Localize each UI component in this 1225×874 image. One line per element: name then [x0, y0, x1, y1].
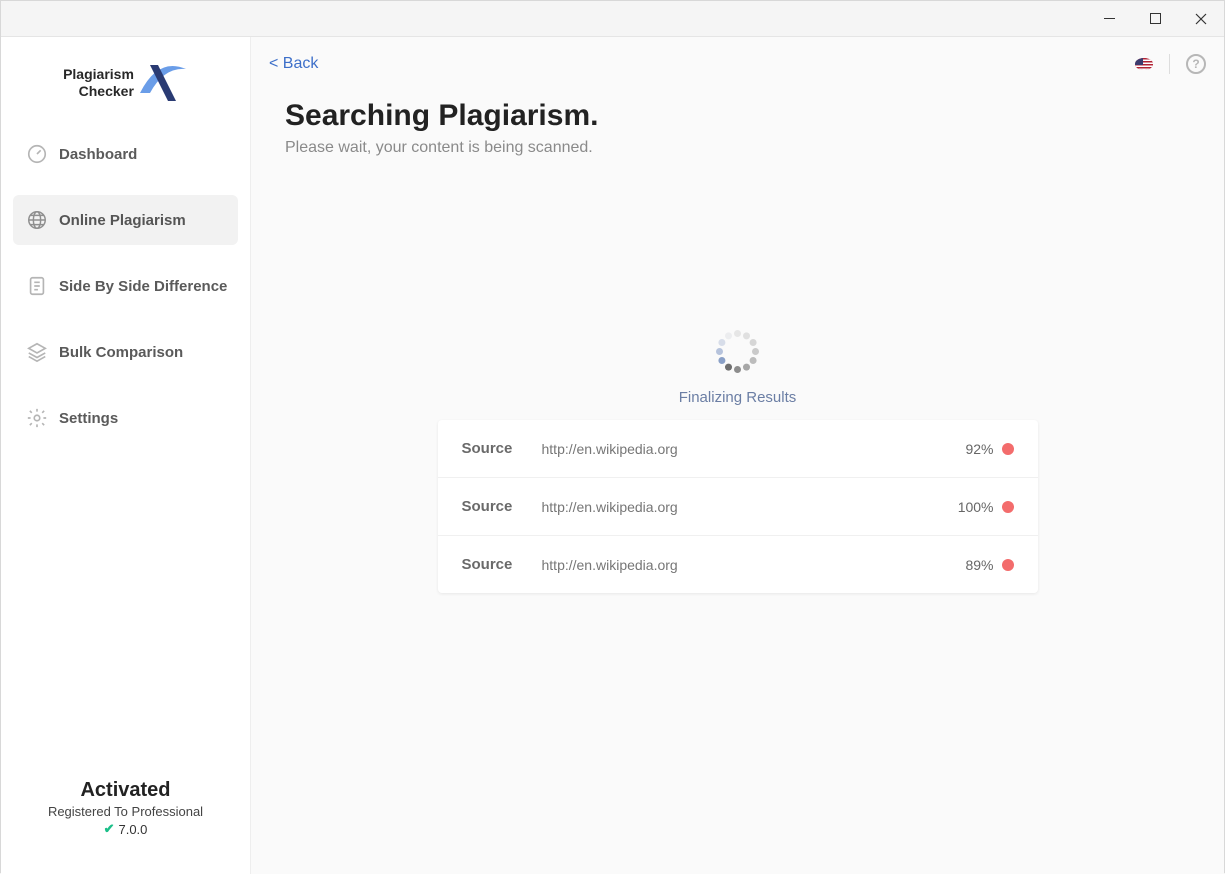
source-url: http://en.wikipedia.org	[542, 441, 966, 457]
separator	[1169, 54, 1170, 74]
scan-status: Finalizing Results	[285, 389, 1190, 406]
window-titlebar	[1, 1, 1224, 37]
results-list: Sourcehttp://en.wikipedia.org92%Sourceht…	[438, 420, 1038, 593]
source-url: http://en.wikipedia.org	[542, 499, 958, 515]
sidebar-item-settings[interactable]: Settings	[13, 393, 238, 443]
sidebar-item-label: Dashboard	[59, 146, 137, 163]
sidebar: Plagiarism Checker Dashboard	[1, 37, 251, 874]
source-url: http://en.wikipedia.org	[542, 557, 966, 573]
logo-mark-icon	[138, 63, 188, 103]
help-icon[interactable]: ?	[1186, 54, 1206, 74]
logo-line1: Plagiarism	[63, 66, 134, 83]
gear-icon	[23, 407, 51, 429]
result-row[interactable]: Sourcehttp://en.wikipedia.org92%	[438, 420, 1038, 478]
close-button[interactable]	[1178, 1, 1224, 37]
page-title: Searching Plagiarism.	[285, 99, 1190, 133]
sidebar-item-label: Side By Side Difference	[59, 278, 227, 295]
sidebar-item-label: Settings	[59, 410, 118, 427]
status-dot-icon	[1002, 443, 1014, 455]
app-logo: Plagiarism Checker	[1, 37, 250, 121]
topbar: < Back ?	[251, 37, 1224, 91]
sidebar-item-label: Bulk Comparison	[59, 344, 183, 361]
sidebar-nav: Dashboard Online Plagiarism Side By Side…	[1, 121, 250, 779]
main-area: < Back ? Searching Plagiarism. Please wa…	[251, 37, 1224, 874]
sidebar-item-bulk-comparison[interactable]: Bulk Comparison	[13, 327, 238, 377]
source-label: Source	[462, 556, 542, 573]
maximize-button[interactable]	[1132, 1, 1178, 37]
sidebar-item-side-by-side[interactable]: Side By Side Difference	[13, 261, 238, 311]
license-status: Activated	[11, 779, 240, 802]
match-percent: 100%	[958, 499, 994, 515]
license-info: Activated Registered To Professional ✔ 7…	[1, 779, 250, 874]
page-subtitle: Please wait, your content is being scann…	[285, 139, 1190, 157]
layers-icon	[23, 341, 51, 363]
source-label: Source	[462, 440, 542, 457]
sidebar-item-dashboard[interactable]: Dashboard	[13, 129, 238, 179]
status-dot-icon	[1002, 501, 1014, 513]
flag-us-icon[interactable]	[1135, 58, 1153, 70]
result-row[interactable]: Sourcehttp://en.wikipedia.org100%	[438, 478, 1038, 536]
sidebar-item-label: Online Plagiarism	[59, 212, 186, 229]
check-icon: ✔	[104, 821, 115, 837]
loading-spinner-icon	[714, 327, 762, 375]
match-percent: 89%	[965, 557, 993, 573]
document-icon	[23, 275, 51, 297]
source-label: Source	[462, 498, 542, 515]
result-row[interactable]: Sourcehttp://en.wikipedia.org89%	[438, 536, 1038, 593]
globe-icon	[23, 209, 51, 231]
minimize-button[interactable]	[1086, 1, 1132, 37]
sidebar-item-online-plagiarism[interactable]: Online Plagiarism	[13, 195, 238, 245]
logo-line2: Checker	[63, 83, 134, 100]
gauge-icon	[23, 143, 51, 165]
version-text: 7.0.0	[118, 822, 147, 837]
license-registered: Registered To Professional	[11, 804, 240, 819]
back-link[interactable]: < Back	[269, 55, 318, 73]
status-dot-icon	[1002, 559, 1014, 571]
match-percent: 92%	[965, 441, 993, 457]
